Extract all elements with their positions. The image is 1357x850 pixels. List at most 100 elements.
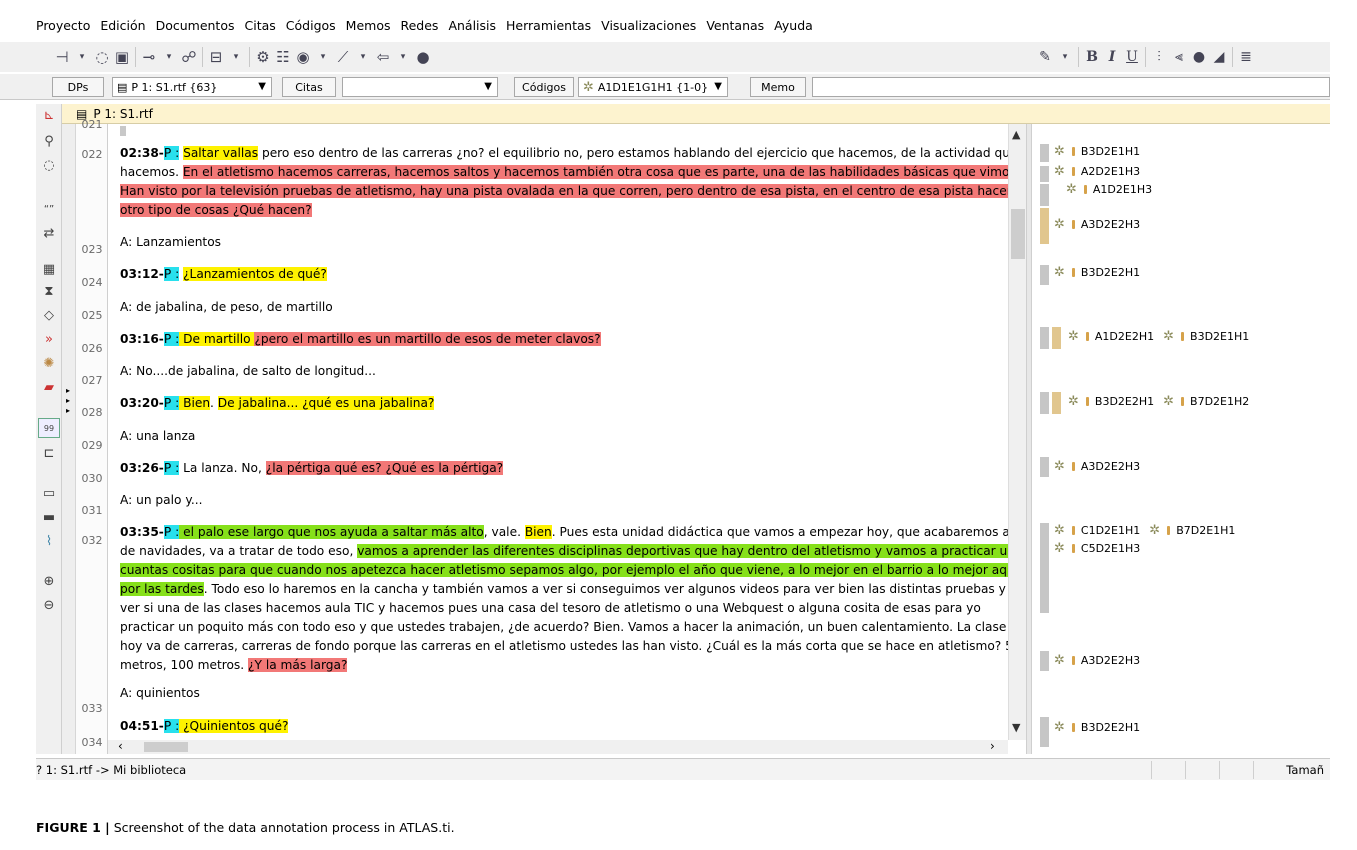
coded-quote[interactable]: cuantas cositas para que cuando nos apet… bbox=[120, 563, 1008, 577]
text-size-icon[interactable]: ⫶ bbox=[1149, 46, 1169, 68]
network-icon[interactable]: ⌇ bbox=[38, 532, 60, 552]
xml-icon[interactable]: ◉ bbox=[293, 46, 313, 68]
coded-quote[interactable]: el palo ese largo que nos ayuda a saltar… bbox=[179, 525, 484, 539]
quote-bracket[interactable] bbox=[1040, 392, 1049, 414]
quote-bracket[interactable] bbox=[1040, 717, 1049, 747]
wrench-icon[interactable]: ⟋ bbox=[333, 46, 353, 68]
magnifier-icon[interactable]: ⚲ bbox=[38, 132, 60, 152]
menu-documentos[interactable]: Documentos bbox=[156, 18, 235, 40]
comment-icon[interactable]: ◌ bbox=[38, 156, 60, 176]
memo-selector[interactable] bbox=[812, 77, 1330, 97]
coded-quote[interactable]: De jabalina... ¿qué es una jabalina? bbox=[217, 396, 435, 410]
menu-ventanas[interactable]: Ventanas bbox=[706, 18, 764, 40]
scroll-right-icon[interactable]: › bbox=[990, 739, 995, 753]
underline-button[interactable]: U bbox=[1122, 46, 1142, 68]
scroll-left-icon[interactable]: ‹ bbox=[118, 739, 123, 753]
menu-ayuda[interactable]: Ayuda bbox=[774, 18, 813, 40]
menu-edicion[interactable]: Edición bbox=[100, 18, 145, 40]
coded-quote[interactable]: ¿Quinientos qué? bbox=[179, 719, 289, 733]
dropdown-arrow-icon[interactable]: ▾ bbox=[313, 46, 333, 68]
list-alt-icon[interactable]: ▬ bbox=[38, 508, 60, 528]
code-tool-icon[interactable]: ⚙ bbox=[253, 46, 273, 68]
coded-quote[interactable]: Bien bbox=[524, 525, 552, 539]
menu-herramientas[interactable]: Herramientas bbox=[506, 18, 591, 40]
speaker-tag[interactable]: P : bbox=[163, 396, 180, 410]
coded-quote[interactable]: ¿Y la más larga? bbox=[248, 658, 348, 672]
arrange-icon[interactable]: ⊸ bbox=[139, 46, 159, 68]
coded-quote[interactable]: ¿pero el martillo es un martillo de esos… bbox=[254, 332, 601, 346]
coded-quote[interactable]: ¿Lanzamientos de qué? bbox=[183, 267, 327, 281]
circle-icon[interactable]: ● bbox=[1189, 46, 1209, 68]
speaker-tag[interactable]: P : bbox=[163, 461, 180, 475]
code-list-icon[interactable]: ☷ bbox=[273, 46, 293, 68]
dropdown-arrow-icon[interactable]: ▾ bbox=[1055, 46, 1075, 68]
margin-code[interactable]: ✲ A1D2E1H3 bbox=[1066, 182, 1152, 197]
scroll-thumb[interactable] bbox=[1011, 209, 1025, 259]
quote-bracket[interactable] bbox=[1040, 651, 1049, 671]
margin-code[interactable]: ✲ A1D2E2H1 ✲ B3D2E1H1 bbox=[1068, 329, 1249, 344]
quote-bracket[interactable] bbox=[1040, 208, 1049, 244]
vertical-scrollbar[interactable]: ▲ ▼ bbox=[1008, 124, 1026, 740]
margin-code[interactable]: ✲ A3D2E2H3 bbox=[1054, 459, 1140, 474]
margin-code[interactable]: ✲ A3D2E2H3 bbox=[1054, 653, 1140, 668]
coded-quote[interactable]: Saltar vallas bbox=[183, 146, 259, 160]
menu-memos[interactable]: Memos bbox=[346, 18, 391, 40]
memo-icon[interactable]: ▰ bbox=[38, 378, 60, 398]
binoculars-icon[interactable]: ☍ bbox=[179, 46, 199, 68]
document-text-pane[interactable]: 02:38-P : Saltar vallas pero eso dentro … bbox=[108, 124, 1008, 740]
counter-icon[interactable]: 99 bbox=[38, 418, 60, 438]
list-icon[interactable]: ▭ bbox=[38, 484, 60, 504]
scroll-thumb[interactable] bbox=[144, 742, 188, 752]
margin-code[interactable]: ✲ A3D2E2H3 bbox=[1054, 217, 1140, 232]
zoom-out-icon[interactable]: ⊖ bbox=[38, 596, 60, 616]
margin-code[interactable]: ✲ B3D2E2H1 bbox=[1054, 265, 1140, 280]
coded-quote[interactable]: otro tipo de cosas bbox=[120, 203, 229, 217]
menu-proyecto[interactable]: Proyecto bbox=[36, 18, 90, 40]
citas-selector[interactable]: ▼ bbox=[342, 77, 498, 97]
coded-quote[interactable]: ¿Qué hacen? bbox=[228, 203, 312, 217]
code-tree-icon[interactable]: ⊾ bbox=[38, 106, 60, 126]
align-icon[interactable]: ≣ bbox=[1236, 46, 1256, 68]
margin-code[interactable]: ✲ B3D2E1H1 bbox=[1054, 144, 1140, 159]
quote-bracket[interactable] bbox=[1040, 457, 1049, 477]
pen-icon[interactable]: ✎ bbox=[1035, 46, 1055, 68]
citas-button[interactable]: Citas bbox=[282, 77, 336, 97]
speaker-tag[interactable]: P : bbox=[163, 267, 180, 281]
horizontal-scrollbar[interactable]: ‹ › bbox=[108, 739, 1008, 754]
quote-bracket[interactable] bbox=[1040, 184, 1049, 206]
speaker-tag[interactable]: P : bbox=[163, 332, 180, 346]
italic-button[interactable]: I bbox=[1102, 46, 1122, 68]
quote-bracket[interactable] bbox=[1040, 144, 1049, 162]
speech-bubble-icon[interactable]: ◌ bbox=[92, 46, 112, 68]
quote-bracket[interactable] bbox=[1040, 265, 1049, 285]
coded-quote[interactable]: por las tardes bbox=[120, 582, 204, 596]
chevrons-icon[interactable]: » bbox=[38, 330, 60, 350]
memo-button[interactable]: Memo bbox=[750, 77, 806, 97]
code-grid-icon[interactable]: ▦ bbox=[38, 260, 60, 280]
coded-quote[interactable]: Han visto por la televisión pruebas de a… bbox=[120, 184, 1008, 198]
menu-redes[interactable]: Redes bbox=[400, 18, 438, 40]
dropdown-arrow-icon[interactable]: ▾ bbox=[226, 46, 246, 68]
quote-bracket[interactable] bbox=[1040, 166, 1049, 182]
menu-citas[interactable]: Citas bbox=[245, 18, 276, 40]
coded-quote[interactable]: Bien bbox=[179, 396, 211, 410]
dropdown-arrow-icon[interactable]: ▾ bbox=[353, 46, 373, 68]
tree-icon[interactable]: ⊣ bbox=[52, 46, 72, 68]
dropdown-arrow-icon[interactable]: ▾ bbox=[159, 46, 179, 68]
menu-analisis[interactable]: Análisis bbox=[448, 18, 496, 40]
back-arrow-icon[interactable]: ⇦ bbox=[373, 46, 393, 68]
quote-bracket[interactable] bbox=[1052, 327, 1061, 349]
text-color-icon[interactable]: ⫷ bbox=[1169, 46, 1189, 68]
menu-visualizaciones[interactable]: Visualizaciones bbox=[601, 18, 696, 40]
dropdown-arrow-icon[interactable]: ▾ bbox=[393, 46, 413, 68]
family-icon[interactable]: ⊏ bbox=[38, 444, 60, 464]
coded-quote[interactable]: En el atletismo hacemos carreras, hacemo… bbox=[182, 165, 1008, 179]
quote-bracket[interactable] bbox=[1040, 327, 1049, 349]
margin-code[interactable]: ✲ C1D2E1H1 ✲ B7D2E1H1 bbox=[1054, 523, 1235, 538]
margin-code[interactable]: ✲ A2D2E1H3 bbox=[1054, 164, 1140, 179]
speaker-tag[interactable]: P : bbox=[163, 719, 180, 733]
coded-quote[interactable]: ¿la pértiga qué es? ¿Qué es la pértiga? bbox=[265, 461, 504, 475]
margin-code[interactable]: ✲ B3D2E2H1 ✲ B7D2E1H2 bbox=[1068, 394, 1249, 409]
scroll-down-icon[interactable]: ▼ bbox=[1012, 721, 1020, 734]
coded-quote[interactable]: De martillo bbox=[179, 332, 255, 346]
